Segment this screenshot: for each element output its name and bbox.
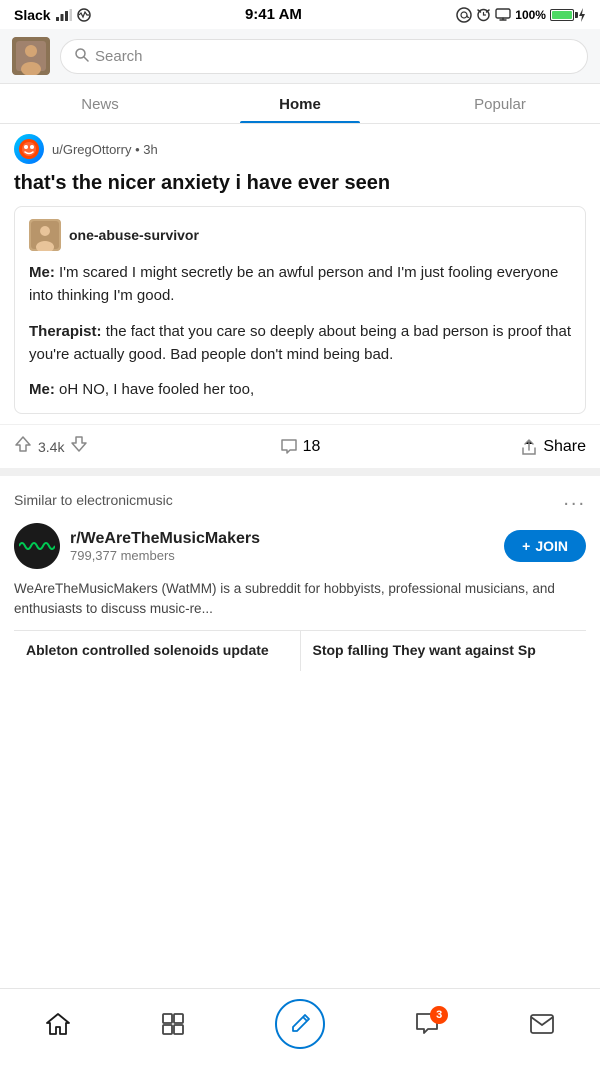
app-name: Slack — [14, 7, 51, 23]
activity-icon — [77, 8, 91, 22]
card-text-3: oH NO, I have fooled her too, — [59, 381, 254, 398]
nav-grid-button[interactable] — [160, 1011, 186, 1037]
battery-icon — [550, 9, 574, 21]
upvote-button[interactable] — [14, 435, 32, 458]
bottom-nav: 3 — [0, 988, 600, 1067]
join-label: JOIN — [535, 538, 568, 554]
community-details: r/WeAreTheMusicMakers 799,377 members — [70, 530, 494, 563]
nav-chat-button[interactable]: 3 — [414, 1011, 440, 1037]
comment-group[interactable]: 18 — [205, 438, 396, 456]
card-avatar — [29, 219, 61, 251]
join-icon: + — [522, 538, 530, 554]
card-prefix-2: Therapist: — [29, 323, 102, 340]
post-title: that's the nicer anxiety i have ever see… — [14, 170, 586, 196]
more-options-button[interactable]: ... — [563, 488, 586, 511]
battery-percent: 100% — [515, 8, 546, 22]
downvote-button[interactable] — [70, 435, 88, 458]
similar-header: Similar to electronicmusic ... — [14, 488, 586, 511]
user-avatar[interactable] — [12, 37, 50, 75]
comment-icon — [280, 438, 298, 455]
status-bar: Slack 9:41 AM — [0, 0, 600, 29]
search-bar[interactable]: Search — [60, 39, 588, 74]
compose-icon — [289, 1013, 311, 1035]
mini-post-1[interactable]: Ableton controlled solenoids update — [14, 631, 301, 671]
search-placeholder: Search — [95, 48, 143, 65]
grid-nav-icon — [160, 1011, 186, 1037]
share-label: Share — [543, 438, 586, 456]
post-meta: u/GregOttorry • 3h — [14, 134, 586, 164]
signal-icon — [56, 9, 72, 21]
at-icon — [456, 7, 472, 23]
similar-title: Similar to electronicmusic — [14, 492, 173, 508]
community-card: r/WeAreTheMusicMakers 799,377 members + … — [14, 523, 586, 671]
card-text-2: the fact that you care so deeply about b… — [29, 323, 571, 363]
upvote-icon — [14, 435, 32, 453]
status-time: 9:41 AM — [245, 6, 302, 23]
card-prefix-1: Me: — [29, 264, 55, 281]
section-divider — [0, 468, 600, 476]
tab-home[interactable]: Home — [200, 84, 400, 123]
tab-popular[interactable]: Popular — [400, 84, 600, 123]
card-author-row: one-abuse-survivor — [29, 219, 571, 251]
nav-mail-button[interactable] — [529, 1013, 555, 1035]
post-area: u/GregOttorry • 3h that's the nicer anxi… — [0, 124, 600, 414]
card-line-3: Me: oH NO, I have fooled her too, — [29, 378, 571, 401]
comment-count: 18 — [303, 438, 321, 456]
chat-badge: 3 — [430, 1006, 448, 1024]
nav-compose-button[interactable] — [275, 999, 325, 1049]
downvote-icon — [70, 435, 88, 453]
card-text-1: I'm scared I might secretly be an awful … — [29, 264, 558, 304]
tab-news[interactable]: News — [0, 84, 200, 123]
status-right: 100% — [456, 7, 586, 23]
vote-group: 3.4k — [14, 435, 205, 458]
card-line-2: Therapist: the fact that you care so dee… — [29, 320, 571, 367]
share-icon — [520, 438, 538, 456]
community-wave-icon — [19, 537, 55, 555]
card-username: one-abuse-survivor — [69, 227, 199, 243]
subreddit-icon — [14, 134, 44, 164]
nav-tabs: News Home Popular — [0, 84, 600, 124]
share-group[interactable]: Share — [395, 438, 586, 456]
card-prefix-3: Me: — [29, 381, 55, 398]
post-author: u/GregOttorry • 3h — [52, 142, 158, 157]
mail-nav-icon — [529, 1013, 555, 1035]
vote-count: 3.4k — [38, 439, 64, 455]
search-icon — [75, 48, 89, 65]
community-icon — [14, 523, 60, 569]
card-body: Me: I'm scared I might secretly be an aw… — [29, 261, 571, 401]
screen-icon — [495, 8, 511, 21]
community-members: 799,377 members — [70, 548, 494, 563]
card-line-1: Me: I'm scared I might secretly be an aw… — [29, 261, 571, 308]
mini-post-2[interactable]: Stop falling They want against Sp — [301, 631, 587, 671]
community-name: r/WeAreTheMusicMakers — [70, 530, 494, 548]
nav-home-button[interactable] — [45, 1011, 71, 1037]
community-info: r/WeAreTheMusicMakers 799,377 members + … — [14, 523, 586, 569]
similar-section: Similar to electronicmusic ... r/WeAreTh… — [0, 476, 600, 683]
charging-icon — [578, 8, 586, 22]
mini-posts: Ableton controlled solenoids update Stop… — [14, 630, 586, 671]
home-nav-icon — [45, 1011, 71, 1037]
post-content-card: one-abuse-survivor Me: I'm scared I migh… — [14, 206, 586, 414]
post-actions: 3.4k 18 Share — [0, 424, 600, 468]
status-left: Slack — [14, 7, 91, 23]
app-header: Search — [0, 29, 600, 84]
community-description: WeAreTheMusicMakers (WatMM) is a subredd… — [14, 579, 586, 618]
join-button[interactable]: + JOIN — [504, 530, 586, 562]
alarm-icon — [476, 7, 491, 22]
